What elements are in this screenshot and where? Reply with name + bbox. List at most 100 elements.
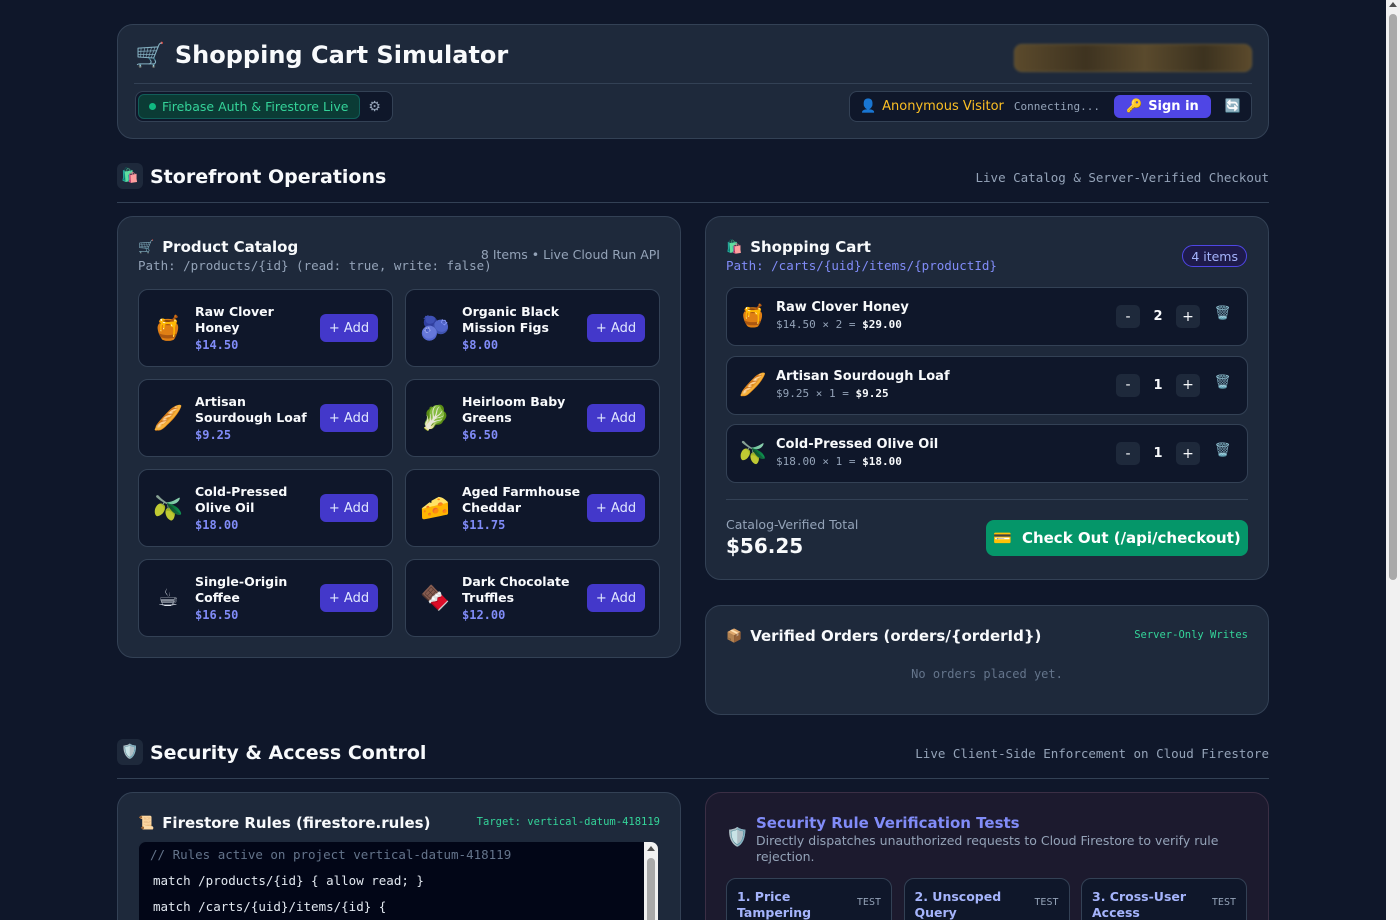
shield-icon: 🛡️ [726, 827, 749, 848]
product-name: Raw Clover Honey [195, 303, 274, 335]
product-price: $8.00 [462, 337, 499, 352]
code-line: match /products/{id} { allow read; } [153, 873, 424, 888]
product-icon: 🥖 [153, 404, 183, 432]
add-to-cart-button[interactable]: + Add [587, 494, 645, 522]
header-divider [134, 83, 1252, 84]
shopping-cart-icon: 🛒 [135, 41, 165, 69]
product-icon: 🫒 [153, 494, 183, 522]
product-card: 🫒 Cold-Pressed Olive Oil $18.00 + Add [138, 469, 393, 547]
sign-in-label: Sign in [1148, 99, 1199, 114]
product-card: 🥖 Artisan Sourdough Loaf $9.25 + Add [138, 379, 393, 457]
orders-tag: Server-Only Writes [1134, 629, 1248, 641]
refresh-icon[interactable]: 🔄 [1225, 99, 1241, 114]
scroll-up-arrow[interactable] [1389, 2, 1397, 7]
trash-icon[interactable]: 🗑️ [1215, 443, 1231, 458]
increase-qty-button[interactable]: + [1176, 305, 1200, 328]
product-info: Organic Black Mission Figs $8.00 [462, 290, 588, 366]
cart-count-badge: 4 items [1182, 245, 1247, 267]
checkout-label: Check Out (/api/checkout) [1021, 529, 1241, 547]
security-test-card[interactable]: 2. Unscoped Query TEST [903, 878, 1070, 920]
quantity-value: 1 [1153, 377, 1163, 393]
product-price: $9.25 [195, 427, 232, 442]
add-to-cart-button[interactable]: + Add [320, 314, 378, 342]
add-to-cart-button[interactable]: + Add [587, 584, 645, 612]
add-to-cart-button[interactable]: + Add [587, 404, 645, 432]
product-name: Dark Chocolate Truffles [462, 573, 570, 605]
shopping-cart-card: 🛍️ Shopping Cart Path: /carts/{uid}/item… [705, 216, 1269, 580]
product-catalog-card: 🛒 Product Catalog Path: /products/{id} (… [117, 216, 681, 658]
connection-state: Connecting... [1013, 100, 1100, 113]
sign-in-button[interactable]: 🔑 Sign in [1114, 95, 1211, 118]
increase-qty-button[interactable]: + [1176, 373, 1200, 397]
quantity-value: 1 [1153, 446, 1163, 461]
catalog-meta: 8 Items • Live Cloud Run API [480, 247, 660, 262]
product-icon: 🍫 [420, 584, 450, 612]
decrease-qty-button[interactable]: - [1116, 442, 1140, 465]
add-to-cart-button[interactable]: + Add [320, 494, 378, 522]
test-name: 1. Price Tampering [737, 889, 812, 920]
product-price: $14.50 [195, 337, 239, 352]
user-session-group: 👤 Anonymous Visitor Connecting... 🔑 Sign… [848, 91, 1252, 122]
add-to-cart-button[interactable]: + Add [320, 584, 378, 612]
catalog-title-text: Product Catalog [162, 238, 299, 256]
scroll-thumb[interactable] [1389, 14, 1397, 580]
product-card: 🍫 Dark Chocolate Truffles $12.00 + Add [405, 559, 660, 637]
checkout-button[interactable]: 💳 Check Out (/api/checkout) [986, 520, 1248, 556]
tests-title: Security Rule Verification Tests [756, 814, 1020, 832]
section-subtitle: Live Catalog & Server-Verified Checkout [975, 170, 1270, 185]
user-icon: 👤 [859, 99, 877, 114]
status-badge: Firebase Auth & Firestore Live [138, 94, 360, 119]
test-tag: TEST [1034, 897, 1059, 908]
security-test-card[interactable]: 3. Cross-User Access TEST [1081, 878, 1247, 920]
cart-item-calc: $9.25 × 1 = $9.25 [776, 387, 889, 400]
total-value: $56.25 [726, 534, 804, 558]
test-tag: TEST [856, 897, 881, 908]
product-price: $18.00 [195, 517, 239, 532]
rules-code-editor[interactable]: // Rules active on project vertical-datu… [138, 841, 659, 920]
code-scrollbar[interactable] [644, 842, 658, 920]
trash-icon[interactable]: 🗑️ [1215, 306, 1231, 321]
tests-description: Directly dispatches unauthorized request… [756, 833, 1219, 864]
section-subtitle: Live Client-Side Enforcement on Cloud Fi… [915, 746, 1269, 761]
security-tests-card: 🛡️ Security Rule Verification Tests Dire… [705, 792, 1269, 920]
decrease-qty-button[interactable]: - [1116, 373, 1140, 397]
security-test-card[interactable]: 1. Price Tampering TEST [726, 878, 892, 920]
product-icon: 🥖 [739, 372, 767, 398]
trash-icon[interactable]: 🗑️ [1215, 375, 1231, 390]
product-info: Heirloom Baby Greens $6.50 [462, 380, 588, 456]
product-icon: 🍯 [153, 314, 183, 342]
gear-icon[interactable]: ⚙ [360, 99, 390, 115]
status-dot-icon [149, 103, 156, 110]
product-card: 🧀 Aged Farmhouse Cheddar $11.75 + Add [405, 469, 660, 547]
rules-title: 📜 Firestore Rules (firestore.rules) [138, 814, 430, 832]
cart-item-name: Artisan Sourdough Loaf [776, 368, 950, 384]
cart-item: 🍯 Raw Clover Honey $14.50 × 2 = $29.00 -2 + 🗑… [726, 287, 1248, 346]
connection-status-group: Firebase Auth & Firestore Live ⚙ [135, 91, 393, 122]
credit-card-icon: 💳 [993, 529, 1012, 547]
product-info: Dark Chocolate Truffles $12.00 [462, 560, 588, 636]
code-line: match /carts/{uid}/items/{id} { [153, 899, 387, 914]
rules-title-text: Firestore Rules (firestore.rules) [162, 814, 431, 832]
product-price: $16.50 [195, 607, 239, 622]
product-name: Aged Farmhouse Cheddar [462, 483, 581, 515]
storefront-section-header: 🛍️ Storefront Operations Live Catalog & … [117, 163, 1269, 203]
increase-qty-button[interactable]: + [1176, 442, 1200, 465]
section-title: Storefront Operations [150, 166, 387, 188]
line-total: $29.00 [862, 318, 902, 331]
app-header: 🛒 Shopping Cart Simulator Firebase Auth … [117, 24, 1269, 139]
add-to-cart-button[interactable]: + Add [320, 404, 378, 432]
add-to-cart-button[interactable]: + Add [587, 314, 645, 342]
product-name: Single-Origin Coffee [195, 573, 288, 605]
product-info: Artisan Sourdough Loaf $9.25 [195, 380, 321, 456]
orders-empty-state: No orders placed yet. [911, 667, 1063, 681]
product-price: $12.00 [462, 607, 506, 622]
product-info: Single-Origin Coffee $16.50 [195, 560, 321, 636]
page-scrollbar[interactable] [1386, 0, 1400, 920]
decrease-qty-button[interactable]: - [1116, 305, 1140, 328]
product-icon: 🥬 [420, 404, 450, 432]
catalog-path: Path: /products/{id} (read: true, write:… [138, 258, 492, 273]
status-text: Firebase Auth & Firestore Live [162, 99, 349, 114]
product-info: Raw Clover Honey $14.50 [195, 290, 321, 366]
product-card: 🍯 Raw Clover Honey $14.50 + Add [138, 289, 393, 367]
cart-item-name: Cold-Pressed Olive Oil [776, 437, 939, 452]
